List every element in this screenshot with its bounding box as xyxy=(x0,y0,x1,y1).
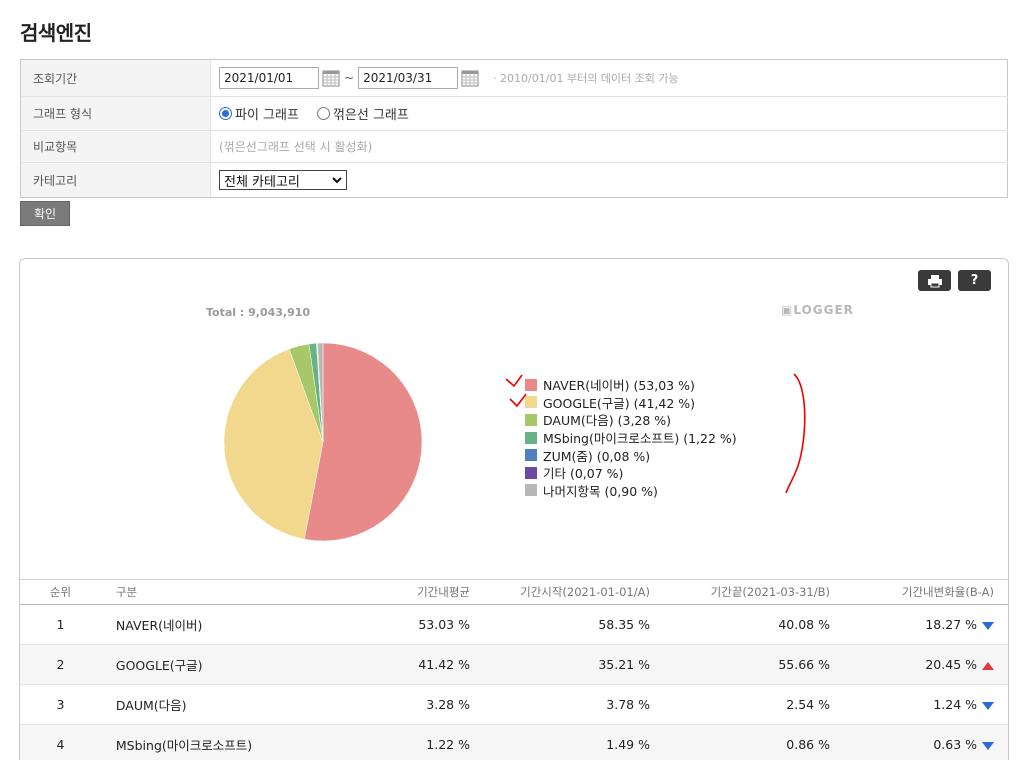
arrow-up-icon xyxy=(982,661,994,670)
page-title: 검색엔진 xyxy=(20,21,92,45)
change-cell: 20.45 % xyxy=(829,644,1008,685)
help-button[interactable]: ? xyxy=(958,270,991,291)
help-icon: ? xyxy=(970,273,979,288)
rank-cell: 4 xyxy=(20,724,101,760)
legend-label: 나머지항목 (0,90 %) xyxy=(543,483,658,499)
legend-swatch xyxy=(525,396,537,409)
legend-item[interactable]: ZUM(줌) (0,08 %) xyxy=(525,446,737,464)
logo-mark-icon: ▣ xyxy=(781,303,794,317)
rank-cell: 3 xyxy=(20,684,101,725)
name-cell: DAUM(다음) xyxy=(100,684,304,725)
compare-disabled-text: (꺾은선그래프 선택 시 활성화) xyxy=(219,140,373,154)
legend-label: MSbing(마이크로소프트) (1,22 %) xyxy=(543,431,737,447)
period-note: · 2010/01/01 부터의 데이터 조회 가능 xyxy=(493,72,679,85)
col-header-rank: 순위 xyxy=(20,579,101,605)
change-cell: 18.27 % xyxy=(829,604,1008,645)
data-table: 순위 구분 기간내평균 기간시작(2021-01-01/A) 기간끝(2021-… xyxy=(20,579,1008,760)
start-cell: 58.35 % xyxy=(469,604,650,645)
rank-cell: 1 xyxy=(20,604,101,645)
legend-swatch xyxy=(525,431,537,444)
calendar-icon[interactable] xyxy=(461,69,479,87)
legend-item[interactable]: NAVER(네이버) (53,03 %) xyxy=(525,376,737,394)
rank-cell: 2 xyxy=(20,644,101,685)
category-label: 카테고리 xyxy=(20,163,210,197)
legend-swatch xyxy=(525,484,537,497)
name-cell: NAVER(네이버) xyxy=(100,604,304,645)
col-header-name: 구분 xyxy=(100,579,304,605)
date-range-separator: ~ xyxy=(344,71,355,85)
chart-total: Total : 9,043,910 xyxy=(206,306,311,319)
legend-item[interactable]: DAUM(다음) (3,28 %) xyxy=(525,411,737,429)
confirm-button[interactable]: 확인 xyxy=(20,201,70,226)
start-date-input[interactable] xyxy=(219,67,319,89)
chevron-down-icon xyxy=(332,177,342,184)
legend-item[interactable]: 기타 (0,07 %) xyxy=(525,464,737,482)
end-cell: 0.86 % xyxy=(649,724,830,760)
col-header-start: 기간시작(2021-01-01/A) xyxy=(469,579,650,605)
compare-row: 비교항목 (꺾은선그래프 선택 시 활성화) xyxy=(20,131,1008,163)
table-row: 2 GOOGLE(구글) 41.42 % 35.21 % 55.66 % 20.45 % xyxy=(20,644,1008,685)
graph-type-label: 그래프 형식 xyxy=(20,97,210,130)
legend-label: NAVER(네이버) (53,03 %) xyxy=(543,378,695,394)
table-row: 3 DAUM(다음) 3.28 % 3.78 % 2.54 % 1.24 % xyxy=(20,684,1008,725)
graph-type-row: 그래프 형식 파이 그래프 꺾은선 그래프 xyxy=(20,97,1008,131)
period-label: 조회기간 xyxy=(20,60,210,96)
change-cell: 0.63 % xyxy=(829,724,1008,760)
chart-legend: NAVER(네이버) (53,03 %) GOOGLE(구글) (41,42 %)… xyxy=(525,376,737,499)
legend-swatch xyxy=(525,413,537,426)
line-graph-radio[interactable]: 꺾은선 그래프 xyxy=(316,104,409,123)
legend-item[interactable]: GOOGLE(구글) (41,42 %) xyxy=(525,394,737,412)
category-select[interactable]: 전체 카테고리 xyxy=(219,170,347,190)
col-header-change: 기간내변화율(B-A) xyxy=(829,579,1008,605)
print-icon xyxy=(927,274,942,287)
table-header-row: 순위 구분 기간내평균 기간시작(2021-01-01/A) 기간끝(2021-… xyxy=(20,579,1008,605)
table-row: 4 MSbing(마이크로소프트) 1.22 % 1.49 % 0.86 % 0.63 % xyxy=(20,724,1008,760)
legend-label: GOOGLE(구글) (41,42 %) xyxy=(543,395,696,411)
print-button[interactable] xyxy=(918,270,951,291)
category-row: 카테고리 전체 카테고리 xyxy=(20,163,1008,197)
change-cell: 1.24 % xyxy=(829,684,1008,725)
line-graph-label: 꺾은선 그래프 xyxy=(332,108,409,123)
pie-chart xyxy=(223,342,423,542)
radio-selected-icon xyxy=(219,107,232,120)
legend-swatch xyxy=(525,378,537,391)
end-cell: 55.66 % xyxy=(649,644,830,685)
chart-panel: ? Total : 9,043,910 ▣LOGGER NAVER(네이버) (… xyxy=(19,258,1009,760)
logger-logo: ▣LOGGER xyxy=(781,303,854,317)
start-cell: 3.78 % xyxy=(469,684,650,725)
category-select-value: 전체 카테고리 xyxy=(224,174,300,190)
legend-label: ZUM(줌) (0,08 %) xyxy=(543,448,651,464)
end-date-input[interactable] xyxy=(358,67,459,89)
period-row: 조회기간 ~ · 2010/01/01 부터의 데이터 조회 가능 xyxy=(20,60,1008,97)
col-header-avg: 기간내평균 xyxy=(303,579,470,605)
compare-label: 비교항목 xyxy=(20,131,210,162)
col-header-end: 기간끝(2021-03-31/B) xyxy=(649,579,830,605)
legend-item[interactable]: MSbing(마이크로소프트) (1,22 %) xyxy=(525,429,737,447)
legend-swatch xyxy=(525,449,537,462)
handwritten-annotation xyxy=(505,373,806,494)
calendar-icon[interactable] xyxy=(322,69,340,87)
arrow-down-icon xyxy=(982,621,994,630)
avg-cell: 1.22 % xyxy=(303,724,470,760)
arrow-down-icon xyxy=(982,701,994,710)
start-cell: 1.49 % xyxy=(469,724,650,760)
name-cell: GOOGLE(구글) xyxy=(100,644,304,685)
radio-unselected-icon xyxy=(316,107,330,120)
avg-cell: 41.42 % xyxy=(303,644,470,685)
end-cell: 40.08 % xyxy=(649,604,830,645)
legend-swatch xyxy=(525,466,537,479)
pie-graph-radio[interactable]: 파이 그래프 xyxy=(219,104,299,123)
avg-cell: 53.03 % xyxy=(303,604,470,645)
legend-label: DAUM(다음) (3,28 %) xyxy=(543,413,672,429)
filter-panel: 조회기간 ~ · 2010/01/01 부터의 데이터 조회 가능 그래프 형식… xyxy=(20,59,1008,198)
pie-graph-label: 파이 그래프 xyxy=(235,108,299,123)
name-cell: MSbing(마이크로소프트) xyxy=(100,724,304,760)
legend-item[interactable]: 나머지항목 (0,90 %) xyxy=(525,482,737,500)
legend-label: 기타 (0,07 %) xyxy=(543,466,624,482)
table-row: 1 NAVER(네이버) 53.03 % 58.35 % 40.08 % 18.27 % xyxy=(20,604,1008,645)
avg-cell: 3.28 % xyxy=(303,684,470,725)
end-cell: 2.54 % xyxy=(649,684,830,725)
start-cell: 35.21 % xyxy=(469,644,650,685)
arrow-down-icon xyxy=(982,741,994,750)
